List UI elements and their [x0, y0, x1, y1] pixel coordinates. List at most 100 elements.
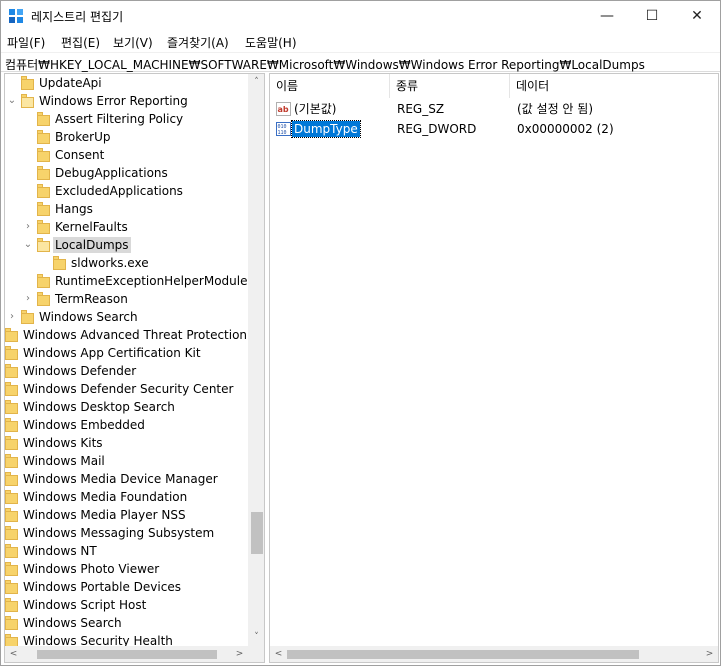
tree-item[interactable]: RuntimeExceptionHelperModules — [5, 272, 254, 290]
expand-down-chevron-icon[interactable]: ⌄ — [23, 238, 33, 252]
tree-item[interactable]: › KernelFaults — [5, 218, 248, 236]
scroll-left-arrow-icon[interactable]: < — [5, 646, 22, 662]
tree-item[interactable]: ›Windows Media Player NSS — [5, 506, 248, 524]
column-header-data[interactable]: 데이터 — [510, 74, 718, 98]
tree-item-label: sldworks.exe — [71, 256, 149, 270]
tree-item[interactable]: Hangs — [5, 200, 248, 218]
menu-view[interactable]: 보기(V) — [113, 34, 153, 51]
tree-item-label: Windows Search — [39, 310, 138, 324]
tree-item-label: Windows Script Host — [23, 598, 147, 612]
menu-favorites[interactable]: 즐겨찾기(A) — [167, 34, 229, 51]
tree-item[interactable]: ›Windows Kits — [5, 434, 248, 452]
value-data: (값 설정 안 됨) — [517, 102, 594, 116]
value-name: DumpType — [291, 120, 361, 138]
tree-item[interactable]: ›Windows Embedded — [5, 416, 248, 434]
key-tree-pane: UpdateApi ⌄ Windows Error Reporting Assert … — [4, 73, 265, 663]
address-path[interactable]: 컴퓨터₩HKEY_LOCAL_MACHINE₩SOFTWARE₩Microsof… — [5, 56, 645, 73]
maximize-button[interactable]: ☐ — [629, 1, 675, 31]
tree-item-label: Windows Kits — [23, 436, 103, 450]
scroll-left-arrow-icon[interactable]: < — [270, 646, 287, 662]
tree-item[interactable]: sldworks.exe — [5, 254, 248, 272]
tree-horizontal-scroll-thumb[interactable] — [37, 650, 217, 659]
title-bar: 레지스트리 편집기 — ☐ ✕ — [1, 1, 720, 31]
column-header-type[interactable]: 종류 — [390, 74, 510, 98]
tree-item[interactable]: UpdateApi — [5, 74, 248, 92]
tree-item[interactable]: ›Windows NT — [5, 542, 248, 560]
tree-item[interactable]: ›Windows App Certification Kit — [5, 344, 248, 362]
close-button[interactable]: ✕ — [674, 1, 720, 31]
tree-item[interactable]: ›Windows Script Host — [5, 596, 248, 614]
menu-help[interactable]: 도움말(H) — [245, 34, 297, 51]
expand-down-chevron-icon[interactable]: ⌄ — [7, 94, 17, 108]
tree-item[interactable]: ›Windows Messaging Subsystem — [5, 524, 248, 542]
folder-icon — [5, 454, 18, 468]
scroll-right-arrow-icon[interactable]: > — [701, 646, 718, 662]
tree-item[interactable]: Consent — [5, 146, 248, 164]
tree-item-label: Consent — [55, 148, 105, 162]
folder-icon — [5, 382, 18, 396]
value-row-selected[interactable]: 010 110 DumpType REG_DWORD 0x00000002 (2… — [270, 119, 718, 139]
menu-bar: 파일(F) 편집(E) 보기(V) 즐겨찾기(A) 도움말(H) — [1, 31, 720, 51]
expand-right-chevron-icon — [39, 256, 49, 270]
tree-item-label: Windows Mail — [23, 454, 105, 468]
folder-icon — [37, 130, 50, 144]
tree-item[interactable]: ›Windows Desktop Search — [5, 398, 248, 416]
folder-icon — [5, 436, 18, 450]
tree-item[interactable]: Assert Filtering Policy — [5, 110, 248, 128]
tree-item[interactable]: ›Windows Advanced Threat Protection — [5, 326, 248, 344]
tree-item-label: Windows Defender — [23, 364, 137, 378]
tree-item[interactable]: ExcludedApplications — [5, 182, 248, 200]
folder-icon — [5, 418, 18, 432]
expand-right-chevron-icon[interactable]: › — [7, 310, 17, 324]
tree-item-label: ExcludedApplications — [55, 184, 183, 198]
tree-item[interactable]: ›Windows Defender — [5, 362, 248, 380]
values-horizontal-scrollbar[interactable]: < > — [270, 646, 718, 662]
expand-right-chevron-icon — [23, 112, 33, 126]
column-header-name[interactable]: 이름 — [270, 74, 390, 98]
tree-item[interactable]: ›Windows Defender Security Center — [5, 380, 248, 398]
scroll-down-arrow-icon[interactable]: ˅ — [248, 629, 264, 646]
tree-item[interactable]: ›Windows Media Foundation — [5, 488, 248, 506]
folder-icon — [21, 94, 34, 108]
value-row[interactable]: ab (기본값) REG_SZ (값 설정 안 됨) — [270, 99, 718, 119]
folder-icon — [37, 112, 50, 126]
tree-item-label: Assert Filtering Policy — [55, 112, 184, 126]
scroll-right-arrow-icon[interactable]: > — [231, 646, 248, 662]
tree-item[interactable]: ›Windows Photo Viewer — [5, 560, 248, 578]
tree-item[interactable]: ›Windows Mail — [5, 452, 248, 470]
tree-item[interactable]: › TermReason — [5, 290, 248, 308]
tree-vertical-scrollbar[interactable]: ˄ ˅ — [248, 74, 264, 646]
tree-item-label: BrokerUp — [55, 130, 111, 144]
folder-icon — [37, 148, 50, 162]
expand-right-chevron-icon[interactable]: › — [23, 220, 33, 234]
tree-item[interactable]: BrokerUp — [5, 128, 248, 146]
scrollbar-corner — [248, 646, 264, 662]
tree-item[interactable]: ›Windows Portable Devices — [5, 578, 248, 596]
minimize-button[interactable]: — — [584, 1, 630, 31]
values-horizontal-scroll-thumb[interactable] — [287, 650, 639, 659]
tree-item[interactable]: DebugApplications — [5, 164, 248, 182]
menu-file[interactable]: 파일(F) — [7, 34, 45, 51]
tree-item-label: Windows NT — [23, 544, 97, 558]
tree-item[interactable]: ⌄ LocalDumps — [5, 236, 248, 254]
folder-icon — [5, 400, 18, 414]
address-bar[interactable]: 컴퓨터₩HKEY_LOCAL_MACHINE₩SOFTWARE₩Microsof… — [1, 52, 720, 72]
tree-item[interactable]: › Windows Search — [5, 308, 248, 326]
folder-icon — [5, 580, 18, 594]
folder-icon — [37, 292, 50, 306]
expand-right-chevron-icon[interactable]: › — [23, 292, 33, 306]
tree-item[interactable]: ⌄ Windows Error Reporting — [5, 92, 248, 110]
scroll-up-arrow-icon[interactable]: ˄ — [248, 74, 264, 91]
tree-item[interactable]: ›Windows Media Device Manager — [5, 470, 248, 488]
folder-icon — [5, 472, 18, 486]
tree-item-label: Windows Portable Devices — [23, 580, 181, 594]
tree-horizontal-scrollbar[interactable]: < > — [5, 646, 248, 662]
tree-vertical-scroll-thumb[interactable] — [251, 512, 263, 554]
menu-edit[interactable]: 편집(E) — [61, 34, 100, 51]
folder-icon — [53, 256, 66, 270]
tree-item[interactable]: ›Windows Search — [5, 614, 248, 632]
folder-icon — [37, 166, 50, 180]
value-type: REG_DWORD — [397, 122, 477, 136]
tree-item-label: Windows Error Reporting — [39, 94, 188, 108]
folder-icon — [5, 508, 18, 522]
